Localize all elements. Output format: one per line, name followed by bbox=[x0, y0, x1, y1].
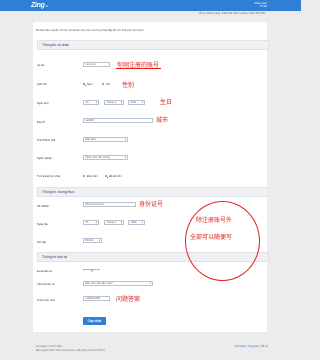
address-input[interactable]: asdfsdf bbox=[83, 118, 153, 123]
address-label: Địa chỉ bbox=[37, 121, 45, 124]
issue-place-label: Nơi cấp bbox=[37, 241, 47, 244]
annotation-oval-line2: 全部可以随便写 bbox=[190, 234, 233, 241]
id-number-input[interactable]: dfsvnnsvnnsvnn bbox=[83, 202, 136, 207]
footer-links[interactable]: Giới thiệu | Trung tâm | Hỗ trợ bbox=[235, 345, 268, 348]
answer-label: Trả lời (Ẩn nhé) bbox=[37, 299, 56, 302]
intro-text: Để bảo đảm quyền sở hữu tài khoản này, b… bbox=[36, 29, 145, 32]
annotation-id-card: 身份证号 bbox=[139, 201, 164, 208]
footer-copyright: Copyright © 2013 VNG Bản quyền thuộc VNG… bbox=[36, 345, 105, 352]
annotation-oval-line1: 除注册账号外 bbox=[196, 217, 233, 224]
security-question-select[interactable]: Bạn sinh vào năm nào? bbox=[83, 281, 153, 286]
security-email-value: f*******@***.*** bbox=[83, 269, 101, 272]
issue-month-select[interactable]: Tháng 2 bbox=[104, 220, 124, 225]
marital-married-label: Đã kết hôn bbox=[109, 175, 122, 178]
annotation-answer: 问题答案 bbox=[116, 296, 141, 303]
job-label: Nghề nghiệp bbox=[37, 157, 52, 160]
section-header-identity: Thông tin chứng thực bbox=[37, 187, 269, 197]
dob-year-select[interactable]: 2011 bbox=[128, 100, 145, 105]
job-select[interactable]: Nhân viên văn phòng bbox=[83, 155, 128, 160]
annotation-oval bbox=[185, 201, 260, 281]
support-hotline: Hỗ trợ khách hàng: 1900 561 558 | Hotlin… bbox=[198, 12, 265, 15]
issue-place-select[interactable]: Bà Rịa bbox=[83, 238, 102, 243]
id-number-label: Số CMND bbox=[37, 205, 49, 208]
annotation-gender: 性别 bbox=[122, 82, 135, 89]
city-label: Tỉnh/Thành phố bbox=[37, 139, 56, 142]
gender-female-label: Nữ bbox=[106, 83, 110, 86]
annotation-birthday: 生日 bbox=[160, 99, 173, 106]
dob-label: Ngày sinh bbox=[37, 102, 49, 105]
marital-single-label: Độc thân bbox=[87, 175, 98, 178]
security-email-label: Email bảo vệ bbox=[37, 270, 52, 273]
fullname-label: Họ tên bbox=[37, 64, 45, 67]
city-select[interactable]: Bắc Ninh bbox=[83, 137, 128, 142]
security-question-label: Câu hỏi bảo vệ bbox=[37, 283, 55, 286]
logout-link[interactable]: Thoát bbox=[254, 4, 267, 9]
gender-label: Giới tính bbox=[37, 83, 47, 86]
gender-male-label: Nam bbox=[87, 83, 93, 86]
marital-label: Tình trạng hôn nhân bbox=[37, 175, 61, 178]
dob-day-select[interactable]: 19 bbox=[83, 100, 99, 105]
issue-year-select[interactable]: 1990 bbox=[128, 220, 145, 225]
issue-date-label: Ngày cấp bbox=[37, 223, 48, 226]
issue-day-select[interactable]: 15 bbox=[83, 220, 99, 225]
update-button[interactable]: Cập nhật bbox=[83, 317, 106, 325]
dob-month-select[interactable]: Tháng 4 bbox=[104, 100, 124, 105]
section-header-personal: Thông tin cá nhân bbox=[37, 40, 269, 50]
answer-input[interactable]: adsfdsfsdfsd bbox=[83, 296, 110, 301]
user-menu[interactable]: Chào bạn! Thoát bbox=[254, 1, 267, 9]
annotation-underline bbox=[116, 68, 161, 69]
annotation-city: 城市 bbox=[156, 117, 169, 124]
zing-id-logo[interactable]: ZingID bbox=[31, 2, 48, 9]
fullname-input[interactable]: xxxxxxxx bbox=[83, 62, 110, 67]
